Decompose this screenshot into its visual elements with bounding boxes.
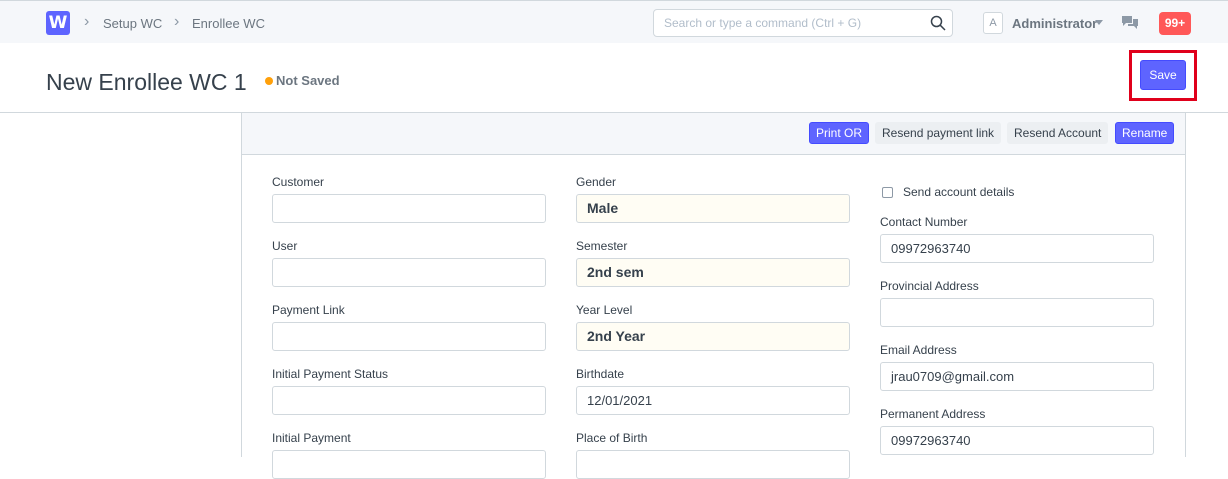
initial-payment-label: Initial Payment bbox=[272, 431, 351, 445]
resend-payment-link-button[interactable]: Resend payment link bbox=[875, 122, 1002, 144]
email-address-field[interactable]: jrau0709@gmail.com bbox=[880, 362, 1154, 391]
birthdate-field[interactable]: 12/01/2021 bbox=[576, 386, 850, 415]
year-level-select[interactable]: 2nd Year bbox=[576, 322, 850, 351]
initial-payment-status-field[interactable] bbox=[272, 386, 546, 415]
customer-label: Customer bbox=[272, 175, 325, 189]
customer-field[interactable] bbox=[272, 194, 546, 223]
resend-account-button[interactable]: Resend Account bbox=[1007, 122, 1109, 144]
search-bar bbox=[653, 9, 953, 37]
user-field[interactable] bbox=[272, 258, 546, 287]
print-or-button[interactable]: Print OR bbox=[809, 122, 870, 144]
search-icon[interactable] bbox=[929, 14, 947, 32]
payment-link-label: Payment Link bbox=[272, 303, 345, 317]
form-toolbar: Print OR Resend payment link Resend Acco… bbox=[242, 113, 1185, 155]
payment-link-field[interactable] bbox=[272, 322, 546, 351]
notifications-badge[interactable]: 99+ bbox=[1159, 12, 1191, 35]
rename-button[interactable]: Rename bbox=[1115, 122, 1175, 144]
provincial-address-label: Provincial Address bbox=[880, 279, 979, 293]
semester-label: Semester bbox=[576, 239, 628, 253]
provincial-address-field[interactable] bbox=[880, 298, 1154, 327]
birthdate-label: Birthdate bbox=[576, 367, 625, 381]
chat-icon[interactable] bbox=[1121, 14, 1139, 32]
page-title: New Enrollee WC 1 bbox=[46, 69, 247, 95]
initial-payment-field[interactable] bbox=[272, 450, 546, 479]
caret-down-icon[interactable] bbox=[1095, 20, 1103, 25]
chevron-right-icon: › bbox=[174, 13, 180, 30]
search-input[interactable] bbox=[654, 10, 924, 36]
breadcrumb-enrollee-wc[interactable]: Enrollee WC bbox=[192, 16, 265, 31]
status-indicator: Not Saved bbox=[276, 73, 340, 88]
save-button[interactable]: Save bbox=[1140, 60, 1186, 90]
email-address-label: Email Address bbox=[880, 343, 957, 357]
page-header: New Enrollee WC 1 Not Saved Save bbox=[0, 43, 1228, 113]
gender-select[interactable]: Male bbox=[576, 194, 850, 223]
semester-select[interactable]: 2nd sem bbox=[576, 258, 850, 287]
gender-label: Gender bbox=[576, 175, 617, 189]
place-of-birth-field[interactable] bbox=[576, 450, 850, 479]
send-account-details-label[interactable]: Send account details bbox=[903, 185, 1014, 199]
user-menu[interactable]: Administrator bbox=[1012, 16, 1097, 31]
navbar: W › Setup WC › Enrollee WC A Administrat… bbox=[0, 0, 1228, 43]
chevron-right-icon: › bbox=[84, 13, 90, 30]
place-of-birth-label: Place of Birth bbox=[576, 431, 648, 445]
permanent-address-label: Permanent Address bbox=[880, 407, 986, 421]
form-card: Print OR Resend payment link Resend Acco… bbox=[241, 113, 1186, 479]
send-account-details-checkbox[interactable] bbox=[882, 187, 893, 198]
year-level-label: Year Level bbox=[576, 303, 633, 317]
app-logo[interactable]: W bbox=[46, 11, 70, 35]
user-label: User bbox=[272, 239, 298, 253]
initial-payment-status-label: Initial Payment Status bbox=[272, 367, 389, 381]
unsaved-indicator-dot bbox=[265, 77, 273, 85]
breadcrumb-setup-wc[interactable]: Setup WC bbox=[103, 16, 162, 31]
contact-number-field[interactable]: 09972963740 bbox=[880, 234, 1154, 263]
contact-number-label: Contact Number bbox=[880, 215, 968, 229]
avatar[interactable]: A bbox=[983, 12, 1003, 34]
permanent-address-field[interactable]: 09972963740 bbox=[880, 426, 1154, 455]
